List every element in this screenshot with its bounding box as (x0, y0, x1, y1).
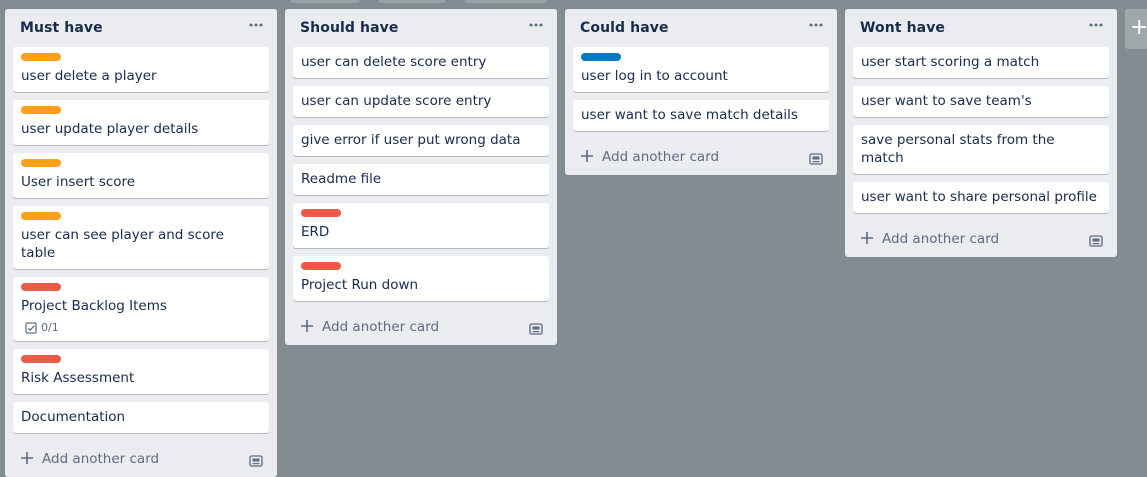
ellipsis-icon[interactable] (1087, 16, 1105, 34)
plus-icon (860, 230, 874, 248)
board: Must have user delete a player user update… (0, 0, 1147, 477)
card-label-orange[interactable] (21, 53, 61, 61)
card[interactable]: Risk Assessment (13, 349, 269, 394)
list-title[interactable]: Wont have (860, 20, 945, 36)
card[interactable]: ERD (293, 203, 549, 248)
card-title: give error if user put wrong data (301, 132, 521, 148)
card-label-red[interactable] (21, 355, 61, 363)
card-label-orange[interactable] (21, 106, 61, 114)
card-list: user start scoring a match user want to s… (845, 47, 1117, 213)
card-title: user can see player and score table (21, 227, 224, 261)
card-template-icon[interactable] (529, 320, 543, 335)
card-list: user log in to account user want to save … (565, 47, 837, 131)
card[interactable]: give error if user put wrong data (293, 125, 549, 156)
list: Must have user delete a player user update… (5, 9, 277, 477)
card-title: ERD (301, 224, 330, 240)
ellipsis-icon[interactable] (807, 16, 825, 34)
checklist-count: 0/1 (41, 321, 59, 334)
card-template-icon[interactable] (809, 150, 823, 165)
add-card-label: Add another card (882, 231, 1000, 247)
card-label-orange[interactable] (21, 159, 61, 167)
add-card-label: Add another card (42, 451, 160, 467)
card-title: save personal stats from the match (861, 132, 1055, 166)
add-list-button[interactable]: + (1125, 9, 1147, 49)
card[interactable]: save personal stats from the match (853, 125, 1109, 174)
card-title: Project Backlog Items (21, 298, 167, 314)
ellipsis-icon[interactable] (247, 16, 265, 34)
card[interactable]: Project Run down (293, 256, 549, 301)
list: Could have user log in to account user wan… (565, 9, 837, 175)
card-title: user log in to account (581, 68, 728, 84)
card-title: user delete a player (21, 68, 157, 84)
card-title: user want to save team's (861, 93, 1032, 109)
list-header[interactable]: Could have (565, 9, 837, 47)
card[interactable]: Project Backlog Items 0/1 (13, 277, 269, 341)
card[interactable]: user log in to account (573, 47, 829, 92)
card-title: user update player details (21, 121, 199, 137)
card[interactable]: user can update score entry (293, 86, 549, 117)
card-list: user can delete score entry user can upda… (285, 47, 557, 301)
card-title: user want to save match details (581, 107, 798, 123)
card-title: user start scoring a match (861, 54, 1040, 70)
card[interactable]: Documentation (13, 402, 269, 433)
card[interactable]: user start scoring a match (853, 47, 1109, 78)
list-header[interactable]: Must have (5, 9, 277, 47)
card-list: user delete a player user update player d… (5, 47, 277, 433)
card-label-blue[interactable] (581, 53, 621, 61)
plus-icon (20, 450, 34, 468)
list-title[interactable]: Must have (20, 20, 103, 36)
card-title: Readme file (301, 171, 382, 187)
list: Wont have user start scoring a match user … (845, 9, 1117, 257)
add-card-label: Add another card (322, 319, 440, 335)
card[interactable]: Readme file (293, 164, 549, 195)
card-template-icon[interactable] (1089, 232, 1103, 247)
card[interactable]: User insert score (13, 153, 269, 198)
add-card-button[interactable]: Add another card (845, 221, 1117, 257)
card[interactable]: user want to share personal profile (853, 182, 1109, 213)
checklist-badge: 0/1 (25, 321, 261, 334)
list-header[interactable]: Should have (285, 9, 557, 47)
plus-icon (580, 148, 594, 166)
card-label-orange[interactable] (21, 212, 61, 220)
checklist-icon (25, 321, 37, 334)
card[interactable]: user can delete score entry (293, 47, 549, 78)
card-template-icon[interactable] (249, 452, 263, 467)
ellipsis-icon[interactable] (527, 16, 545, 34)
add-card-button[interactable]: Add another card (285, 309, 557, 345)
card-label-red[interactable] (21, 283, 61, 291)
list-title[interactable]: Could have (580, 20, 669, 36)
card-title: Project Run down (301, 277, 419, 293)
card-title: Risk Assessment (21, 370, 135, 386)
add-card-button[interactable]: Add another card (5, 441, 277, 477)
card[interactable]: user want to save match details (573, 100, 829, 131)
card-title: User insert score (21, 174, 136, 190)
card-title: user can update score entry (301, 93, 492, 109)
card[interactable]: user can see player and score table (13, 206, 269, 269)
add-card-button[interactable]: Add another card (565, 139, 837, 175)
plus-icon (300, 318, 314, 336)
card-title: user can delete score entry (301, 54, 487, 70)
list: Should have user can delete score entry us… (285, 9, 557, 345)
card-label-red[interactable] (301, 209, 341, 217)
card-title: Documentation (21, 409, 126, 425)
card[interactable]: user update player details (13, 100, 269, 145)
card-title: user want to share personal profile (861, 189, 1097, 205)
list-title[interactable]: Should have (300, 20, 398, 36)
add-card-label: Add another card (602, 149, 720, 165)
card[interactable]: user delete a player (13, 47, 269, 92)
card[interactable]: user want to save team's (853, 86, 1109, 117)
list-header[interactable]: Wont have (845, 9, 1117, 47)
card-label-red[interactable] (301, 262, 341, 270)
